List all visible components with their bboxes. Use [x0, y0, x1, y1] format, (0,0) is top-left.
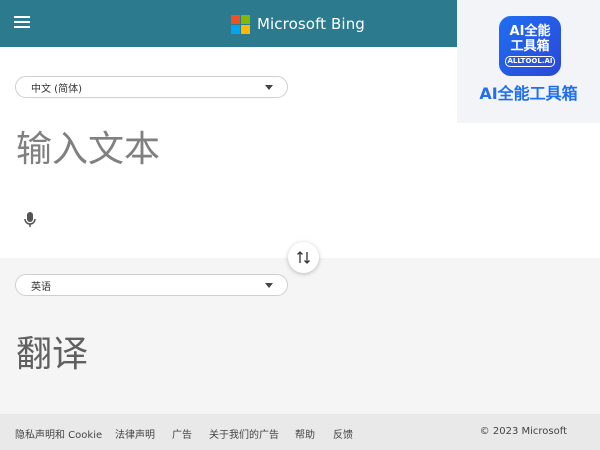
footer-link-help[interactable]: 帮助: [295, 426, 315, 441]
bing-brand[interactable]: Microsoft Bing: [231, 13, 365, 35]
alltool-logo-line1: AI全能: [509, 24, 551, 39]
microsoft-logo-icon: [231, 14, 250, 34]
alltool-promo-name: AI全能工具箱: [479, 84, 578, 103]
source-language-select[interactable]: 中文 (简体): [15, 76, 288, 98]
footer-link-legal[interactable]: 法律声明: [115, 426, 155, 441]
footer-bar: 隐私声明和 Cookie 法律声明 广告 关于我们的广告 帮助 反馈 © 202…: [0, 414, 600, 450]
target-language-label: 英语: [31, 282, 51, 293]
alltool-promo-panel[interactable]: AI全能 工具箱 ALLTOOL.AI AI全能工具箱: [457, 0, 600, 123]
swap-arrows-icon[interactable]: [288, 242, 319, 273]
chevron-down-icon: [265, 85, 273, 90]
footer-link-feedback[interactable]: 反馈: [333, 426, 353, 441]
translation-output: 翻译: [16, 334, 89, 375]
footer-link-about-ads[interactable]: 关于我们的广告: [209, 426, 279, 441]
alltool-logo-line2: 工具箱: [510, 39, 550, 54]
copyright-text: © 2023 Microsoft: [479, 426, 567, 437]
target-language-select[interactable]: 英语: [15, 274, 288, 296]
alltool-logo-line3: ALLTOOL.AI: [505, 56, 555, 67]
microphone-icon[interactable]: [23, 211, 37, 229]
source-language-label: 中文 (简体): [31, 84, 82, 95]
target-panel: 英语 翻译: [0, 258, 600, 414]
hamburger-menu-icon[interactable]: [14, 16, 30, 30]
chevron-down-icon: [265, 283, 273, 288]
footer-link-privacy[interactable]: 隐私声明和 Cookie: [15, 426, 102, 441]
brand-title: Microsoft Bing: [257, 15, 365, 33]
footer-link-ads[interactable]: 广告: [172, 426, 192, 441]
alltool-logo: AI全能 工具箱 ALLTOOL.AI: [499, 16, 561, 76]
source-text-input[interactable]: 输入文本: [16, 120, 160, 172]
